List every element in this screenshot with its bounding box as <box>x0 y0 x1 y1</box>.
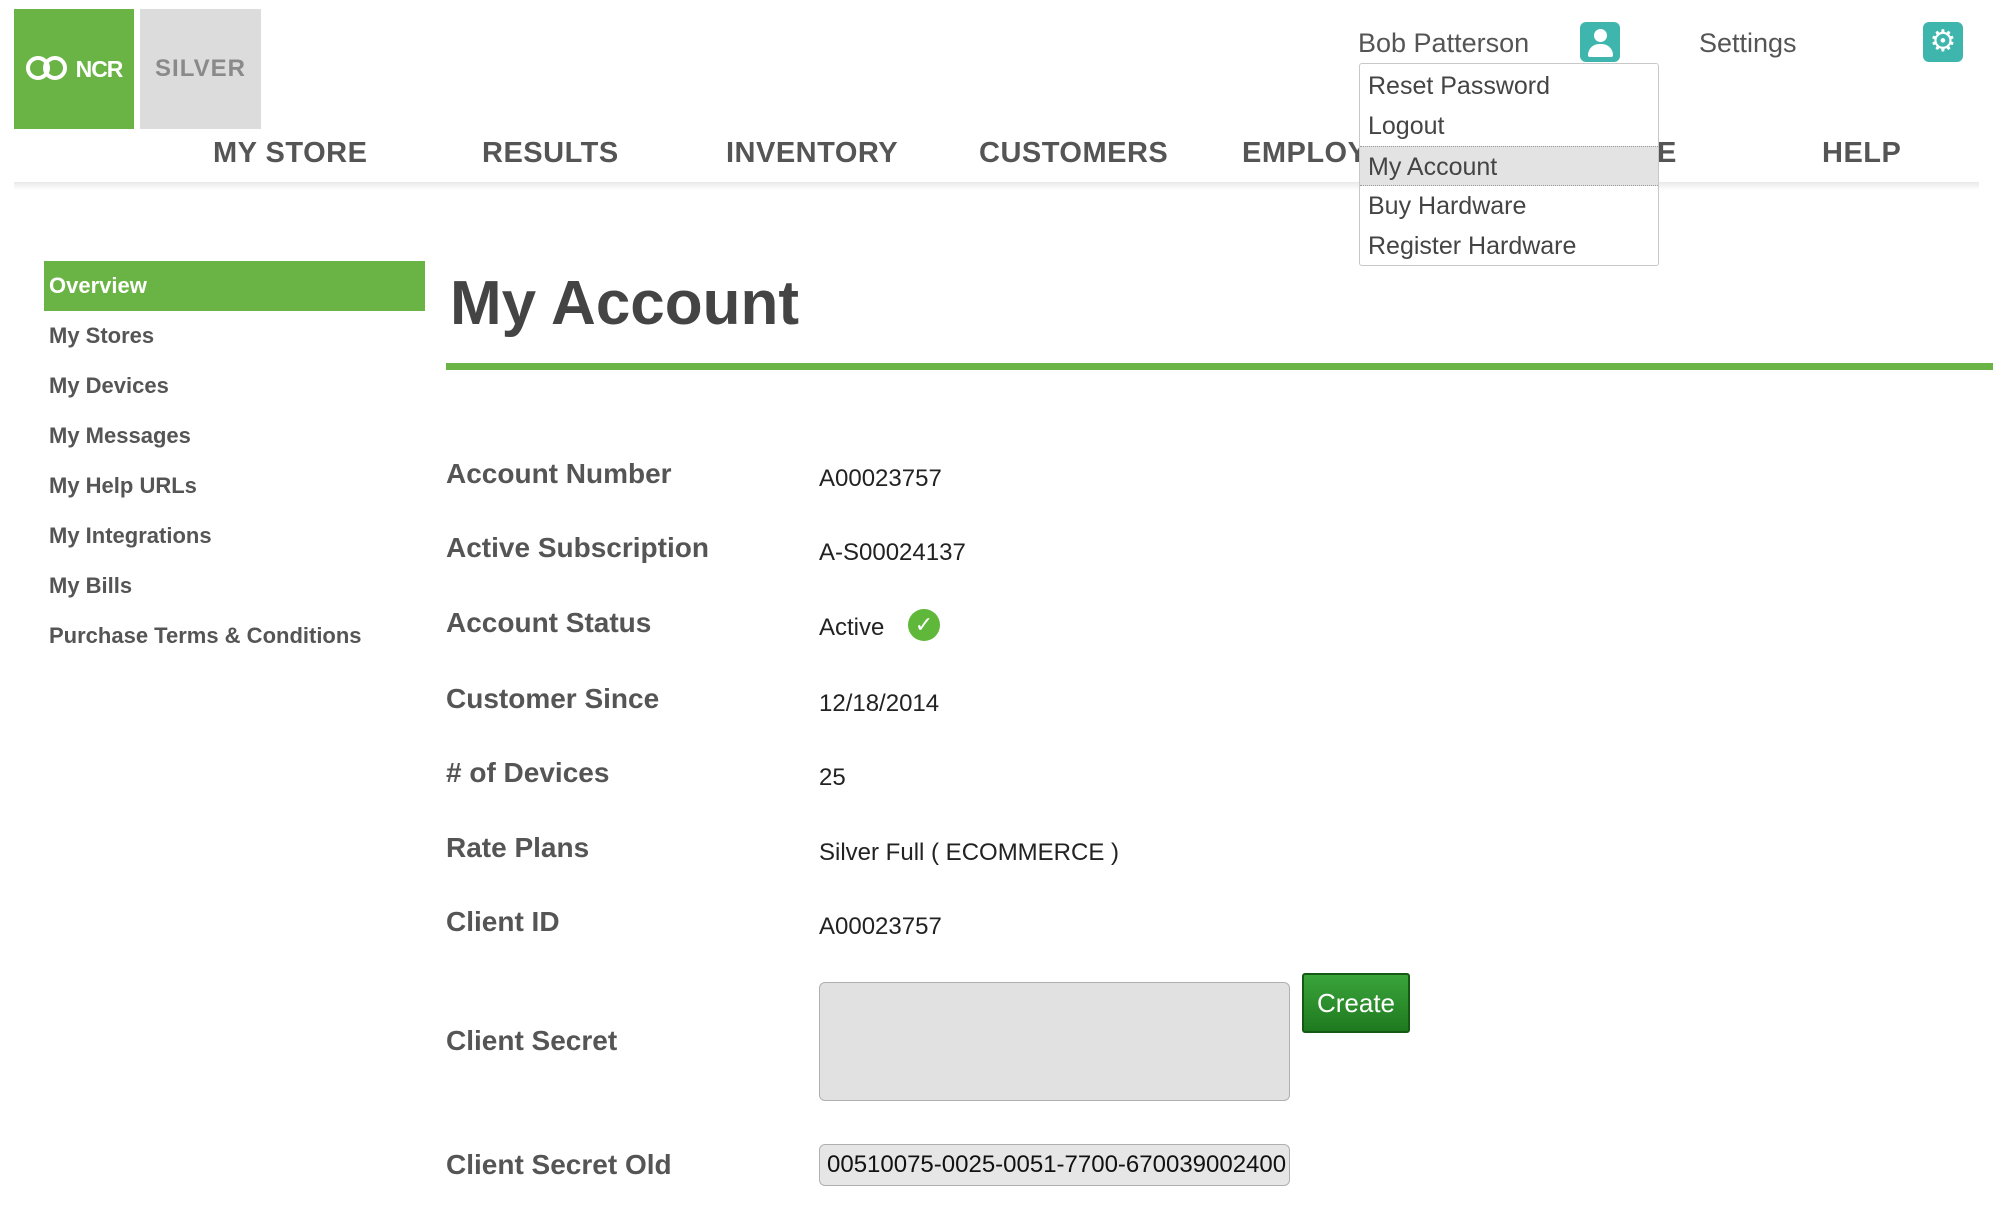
check-circle-icon: ✓ <box>908 609 940 641</box>
account-status-value: Active <box>819 614 885 641</box>
user-name[interactable]: Bob Patterson <box>1358 28 1529 59</box>
active-subscription-label: Active Subscription <box>446 532 709 563</box>
gear-icon[interactable]: ⚙ <box>1923 22 1963 62</box>
page-title: My Account <box>450 269 800 338</box>
user-dropdown-menu: Reset Password Logout My Account Buy Har… <box>1359 63 1659 266</box>
active-subscription-value: A-S00024137 <box>819 539 966 566</box>
device-count-label: # of Devices <box>446 757 610 788</box>
ncr-logo[interactable]: NCR <box>14 9 134 129</box>
nav-divider <box>14 182 1979 190</box>
customer-since-label: Customer Since <box>446 683 660 714</box>
sidebar-item-my-messages[interactable]: My Messages <box>44 411 425 461</box>
menu-item-register-hardware[interactable]: Register Hardware <box>1360 226 1658 266</box>
rate-plans-value: Silver Full ( ECOMMERCE ) <box>819 839 1120 866</box>
client-secret-field[interactable] <box>819 982 1290 1101</box>
client-id-value: A00023757 <box>819 913 942 940</box>
client-secret-old-label: Client Secret Old <box>446 1149 672 1180</box>
nav-hidden-item[interactable]: E <box>1657 137 1677 170</box>
sidebar-item-my-integrations[interactable]: My Integrations <box>44 511 425 561</box>
ncr-logo-mark <box>25 56 70 82</box>
account-status-label: Account Status <box>446 607 652 638</box>
menu-item-my-account[interactable]: My Account <box>1360 146 1658 186</box>
client-id-label: Client ID <box>446 906 560 937</box>
device-count-value: 25 <box>819 764 846 791</box>
silver-logo[interactable]: SILVER <box>140 9 261 129</box>
settings-link[interactable]: Settings <box>1699 28 1797 59</box>
sidebar-item-overview[interactable]: Overview <box>44 261 425 311</box>
silver-logo-text: SILVER <box>155 55 246 82</box>
client-secret-label: Client Secret <box>446 1025 618 1056</box>
title-divider <box>446 363 1993 370</box>
nav-results[interactable]: RESULTS <box>482 137 619 170</box>
ncr-logo-text: NCR <box>75 55 124 82</box>
account-number-label: Account Number <box>446 458 672 489</box>
account-number-value: A00023757 <box>819 465 942 492</box>
customer-since-value: 12/18/2014 <box>819 690 940 717</box>
create-secret-button[interactable]: Create <box>1302 973 1410 1033</box>
nav-employees[interactable]: EMPLOY <box>1242 137 1367 170</box>
client-secret-old-field[interactable]: 00510075-0025-0051-7700-670039002400 <box>819 1144 1290 1186</box>
nav-my-store[interactable]: MY STORE <box>213 137 367 170</box>
sidebar-item-my-stores[interactable]: My Stores <box>44 311 425 361</box>
user-icon[interactable] <box>1580 22 1620 62</box>
rate-plans-label: Rate Plans <box>446 832 590 863</box>
sidebar-item-purchase-terms[interactable]: Purchase Terms & Conditions <box>44 611 425 661</box>
sidebar-item-my-devices[interactable]: My Devices <box>44 361 425 411</box>
menu-item-buy-hardware[interactable]: Buy Hardware <box>1360 186 1658 226</box>
sidebar-item-my-bills[interactable]: My Bills <box>44 561 425 611</box>
sidebar-item-my-help-urls[interactable]: My Help URLs <box>44 461 425 511</box>
menu-item-reset-password[interactable]: Reset Password <box>1360 66 1658 106</box>
menu-item-logout[interactable]: Logout <box>1360 106 1658 146</box>
nav-help[interactable]: HELP <box>1822 137 1901 170</box>
nav-inventory[interactable]: INVENTORY <box>726 137 898 170</box>
nav-customers[interactable]: CUSTOMERS <box>979 137 1168 170</box>
